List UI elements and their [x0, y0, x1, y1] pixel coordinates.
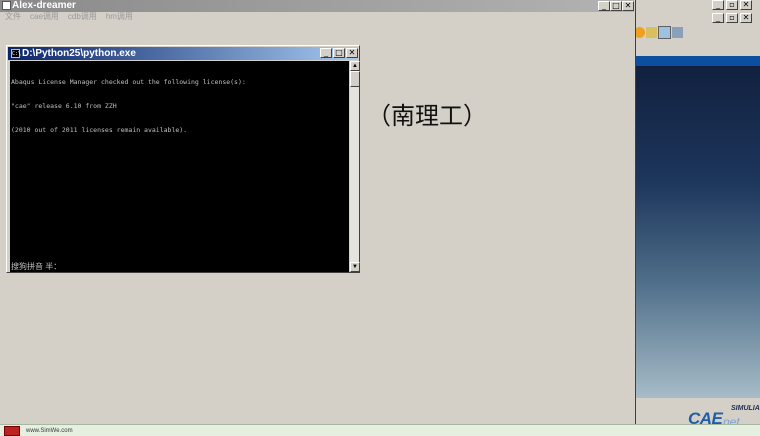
background-titlebar: _ ▫ ✕: [634, 0, 760, 10]
console-window: C:\ D:\Python25\python.exe _ □ ✕ Abaqus …: [6, 45, 360, 273]
scroll-up-button[interactable]: ▲: [350, 61, 360, 71]
cae-viewport[interactable]: [636, 66, 760, 398]
bg-child-close-button[interactable]: ✕: [740, 13, 752, 23]
ime-status: 搜狗拼音 半：: [11, 262, 62, 271]
site-logo-icon: [4, 426, 20, 436]
site-url[interactable]: www.SimWe.com: [26, 426, 73, 436]
bg-close-button[interactable]: ✕: [740, 0, 752, 10]
main-maximize-button[interactable]: □: [610, 1, 622, 11]
bg-toolbar: [634, 26, 694, 40]
console-icon: C:\: [11, 49, 22, 58]
bottom-strip: www.SimWe.com: [0, 424, 760, 436]
toolbar-image-icon[interactable]: [658, 26, 671, 39]
console-line: Abaqus License Manager checked out the f…: [11, 78, 246, 86]
menu-item-hm[interactable]: hm调用: [106, 12, 133, 21]
main-minimize-button[interactable]: _: [598, 1, 610, 11]
scroll-down-button[interactable]: ▼: [350, 262, 360, 272]
main-close-button[interactable]: ✕: [622, 1, 634, 11]
console-title: D:\Python25\python.exe: [22, 48, 136, 59]
console-titlebar[interactable]: C:\ D:\Python25\python.exe _ □ ✕: [8, 47, 358, 60]
console-line: (2010 out of 2011 licenses remain availa…: [11, 126, 188, 134]
bg-minimize-button[interactable]: _: [712, 0, 724, 10]
console-close-button[interactable]: ✕: [346, 48, 358, 58]
scroll-thumb[interactable]: [350, 71, 360, 87]
console-maximize-button[interactable]: □: [333, 48, 345, 58]
console-line: "cae" release 6.10 from ZZH: [11, 102, 117, 110]
menu-item-cdb[interactable]: cdb调用: [68, 12, 97, 21]
bg-child-maximize-button[interactable]: ▫: [726, 13, 738, 23]
app-icon: [2, 1, 11, 10]
toolbar-folder-icon[interactable]: [646, 27, 657, 38]
bg-status-strip: [636, 56, 760, 66]
university-label: （南理工）: [367, 102, 487, 130]
bg-maximize-button[interactable]: ▫: [726, 0, 738, 10]
menu-item-cae[interactable]: cae调用: [30, 12, 59, 21]
console-minimize-button[interactable]: _: [320, 48, 332, 58]
bg-child-minimize-button[interactable]: _: [712, 13, 724, 23]
menu-item-file[interactable]: 文件: [5, 12, 21, 21]
main-window-title: Alex-dreamer: [12, 0, 76, 11]
main-titlebar[interactable]: Alex-dreamer _ □ ✕: [0, 0, 634, 12]
console-text: Abaqus License Manager checked out the f…: [11, 62, 347, 150]
console-output[interactable]: Abaqus License Manager checked out the f…: [10, 61, 349, 272]
bg-second-controls: _ ▫ ✕: [712, 13, 760, 23]
logo-simulia-text: SIMULIA: [731, 405, 760, 412]
console-scrollbar[interactable]: ▲ ▼: [349, 61, 360, 272]
toolbar-view-icon[interactable]: [672, 27, 683, 38]
main-menubar: 文件 cae调用 cdb调用 hm调用: [0, 12, 634, 23]
